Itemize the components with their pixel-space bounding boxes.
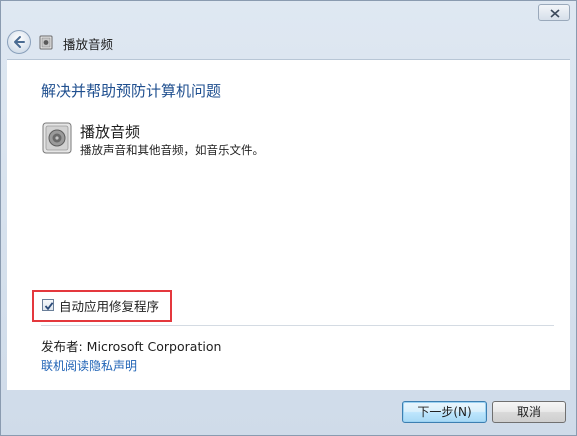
close-button[interactable] (538, 4, 570, 21)
troubleshooter-description: 播放声音和其他音频，如音乐文件。 (80, 143, 264, 157)
speaker-icon (42, 122, 72, 154)
close-icon (550, 9, 560, 18)
privacy-statement-link[interactable]: 联机阅读隐私声明 (41, 357, 137, 374)
auto-fix-checkbox[interactable] (42, 299, 54, 311)
navigation-bar: 播放音频 (1, 27, 576, 59)
button-bar: 下一步(N) 取消 (1, 389, 576, 435)
speaker-small-icon (39, 35, 53, 50)
checkmark-icon (44, 302, 54, 311)
auto-fix-label: 自动应用修复程序 (59, 298, 160, 314)
page-heading: 解决并帮助预防计算机问题 (41, 82, 222, 100)
cancel-button[interactable]: 取消 (492, 401, 566, 423)
back-button[interactable] (7, 30, 31, 54)
auto-fix-option[interactable]: 自动应用修复程序 (42, 297, 160, 314)
window-title: 播放音频 (63, 37, 114, 52)
back-arrow-icon (14, 36, 25, 48)
next-button[interactable]: 下一步(N) (402, 401, 487, 423)
main-content: 解决并帮助预防计算机问题 播放音频 播放声音和其他音频，如音乐文件。 自动应用修… (7, 59, 570, 390)
title-bar (1, 1, 576, 27)
divider (41, 325, 554, 326)
troubleshooter-title: 播放音频 (80, 123, 141, 141)
publisher-text: 发布者: Microsoft Corporation (41, 339, 222, 354)
troubleshooter-window: 播放音频 解决并帮助预防计算机问题 播放音频 播放声音和其他音频，如音乐文件。 … (0, 0, 577, 436)
